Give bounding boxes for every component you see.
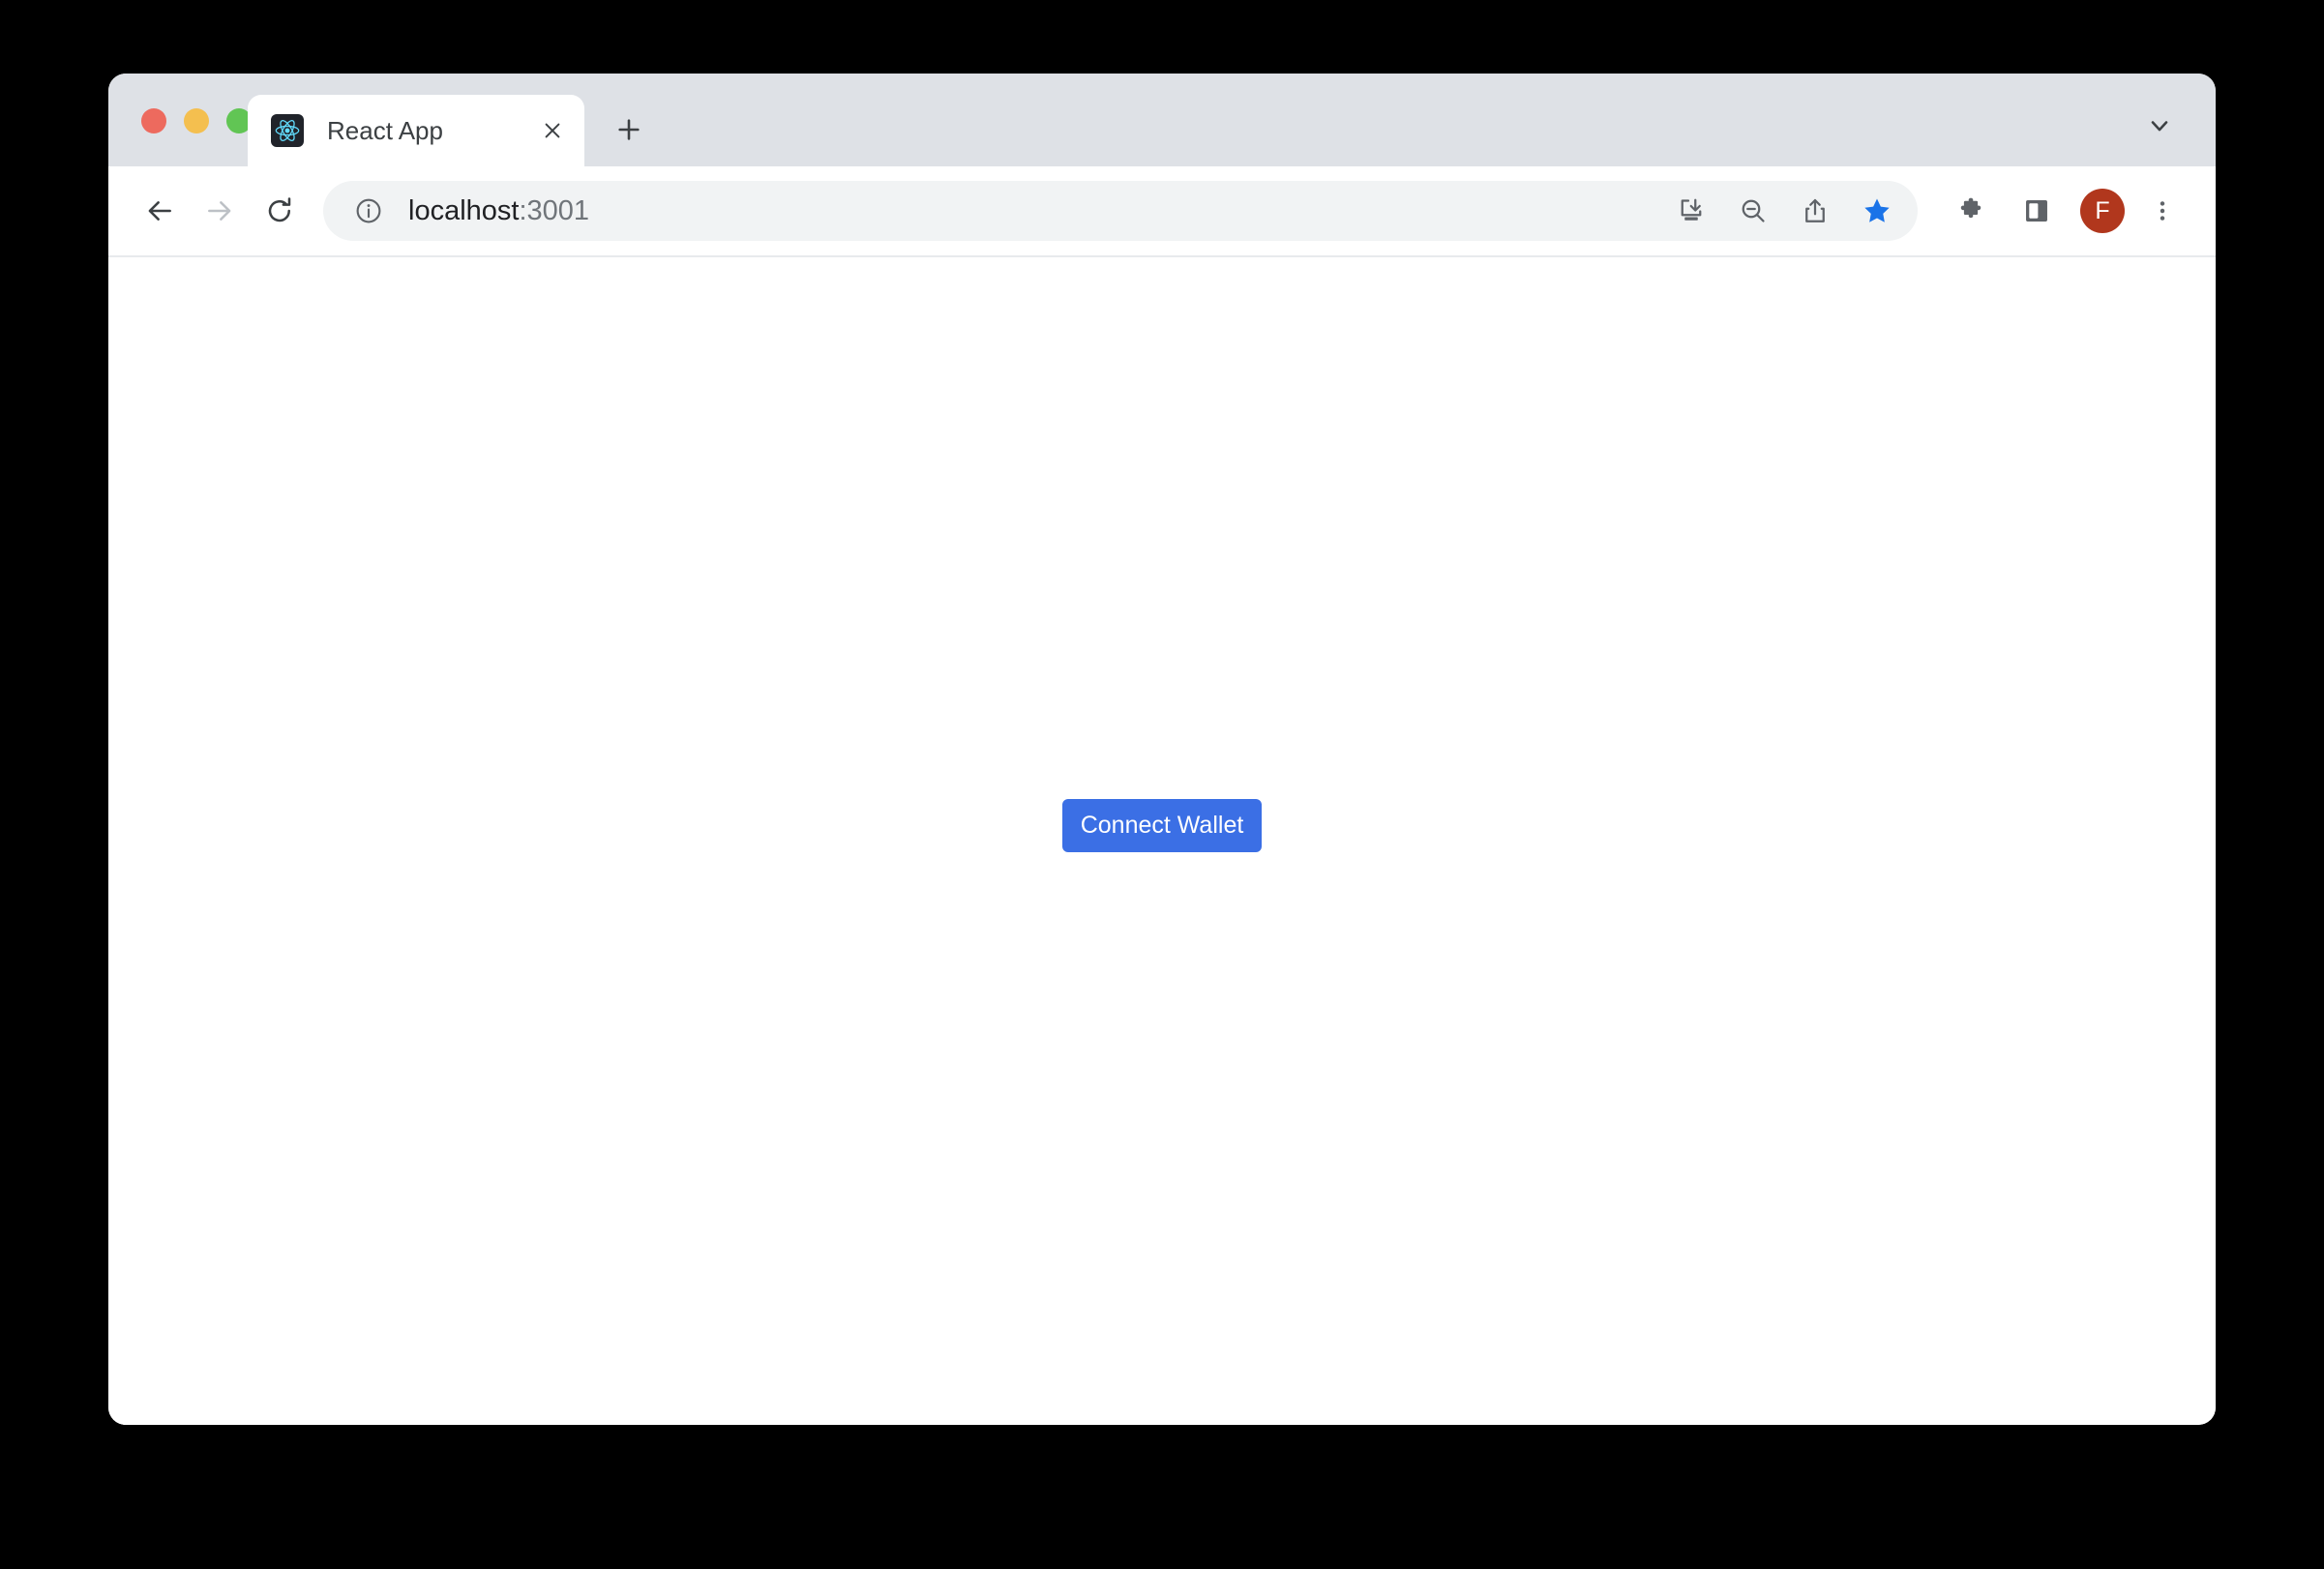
close-icon[interactable] (532, 110, 573, 151)
window-close-button[interactable] (141, 108, 166, 133)
tab-search-chevron-down-icon[interactable] (2136, 103, 2183, 149)
extensions-puzzle-icon[interactable] (1943, 183, 1999, 239)
browser-window: React App localhost:3001 F Connect Walle… (108, 74, 2216, 1425)
zoom-out-icon[interactable] (1726, 184, 1780, 238)
info-circle-icon[interactable] (348, 191, 389, 231)
reload-icon[interactable] (250, 181, 310, 241)
back-arrow-icon[interactable] (130, 181, 190, 241)
three-dot-menu-icon[interactable] (2134, 183, 2190, 239)
browser-tab-react-app[interactable]: React App (248, 95, 584, 166)
tab-strip: React App (108, 74, 2216, 166)
url-text[interactable]: localhost:3001 (408, 195, 1664, 227)
bookmark-star-icon[interactable] (1850, 184, 1904, 238)
connect-wallet-button[interactable]: Connect Wallet (1062, 799, 1262, 852)
address-bar[interactable]: localhost:3001 (323, 181, 1918, 241)
forward-arrow-icon (190, 181, 250, 241)
share-icon[interactable] (1788, 184, 1842, 238)
url-port: :3001 (519, 194, 590, 226)
react-logo-icon (271, 114, 304, 147)
react-app-root: Connect Wallet (108, 257, 2216, 1425)
page-viewport: Connect Wallet (108, 257, 2216, 1425)
window-traffic-lights (141, 108, 252, 133)
side-panel-icon[interactable] (2009, 183, 2065, 239)
window-minimize-button[interactable] (184, 108, 209, 133)
new-tab-button[interactable] (602, 103, 656, 157)
url-host: localhost (408, 194, 520, 226)
tab-list: React App (248, 74, 656, 166)
browser-toolbar: localhost:3001 F (108, 166, 2216, 257)
install-app-icon[interactable] (1664, 184, 1718, 238)
browser-tab-title: React App (327, 115, 443, 145)
profile-avatar[interactable]: F (2080, 189, 2125, 233)
